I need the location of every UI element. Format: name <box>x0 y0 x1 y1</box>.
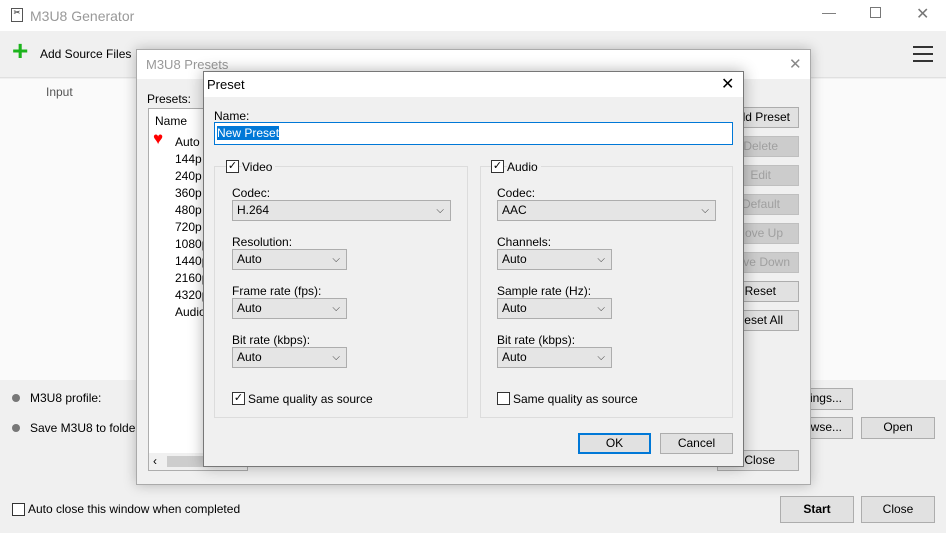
chevron-down-icon: ⌵ <box>597 352 605 363</box>
preset-titlebar: Preset ✕ <box>204 72 743 97</box>
chevron-down-icon: ⌵ <box>436 205 444 216</box>
menu-icon[interactable] <box>913 46 933 62</box>
video-codec-select[interactable]: H.264 ⌵ <box>232 200 451 221</box>
open-button[interactable]: Open <box>861 417 935 439</box>
heart-icon: ♥ <box>153 129 164 148</box>
name-label: Name: <box>214 109 250 123</box>
framerate-select[interactable]: Auto ⌵ <box>232 298 347 319</box>
video-label: Video <box>242 160 276 174</box>
bullet-icon <box>12 394 20 402</box>
chevron-down-icon: ⌵ <box>701 205 709 216</box>
auto-close-checkbox[interactable] <box>12 503 25 516</box>
audio-codec-select[interactable]: AAC ⌵ <box>497 200 716 221</box>
video-bitrate-label: Bit rate (kbps): <box>232 333 311 347</box>
chevron-down-icon: ⌵ <box>332 303 340 314</box>
framerate-label: Frame rate (fps): <box>232 284 322 298</box>
name-input[interactable]: New Preset <box>214 122 733 145</box>
audio-checkbox[interactable]: ✓ <box>491 160 504 173</box>
presets-title: M3U8 Presets <box>146 57 229 72</box>
channels-label: Channels: <box>497 235 552 249</box>
resolution-label: Resolution: <box>232 235 293 249</box>
samplerate-label: Sample rate (Hz): <box>497 284 592 298</box>
main-close-button[interactable]: Close <box>861 496 935 523</box>
chevron-down-icon: ⌵ <box>597 254 605 265</box>
video-same-quality-label: Same quality as source <box>248 392 373 406</box>
column-input[interactable]: Input <box>46 85 73 99</box>
preset-dialog: Preset ✕ Name: New Preset ✓ Video Codec:… <box>203 71 744 467</box>
audio-same-quality-label: Same quality as source <box>513 392 638 406</box>
audio-codec-label: Codec: <box>497 186 536 200</box>
video-bitrate-select[interactable]: Auto ⌵ <box>232 347 347 368</box>
audio-bitrate-select[interactable]: Auto ⌵ <box>497 347 612 368</box>
bullet-icon <box>12 424 20 432</box>
ok-button[interactable]: OK <box>578 433 651 454</box>
profile-label: M3U8 profile: <box>30 391 102 405</box>
samplerate-select[interactable]: Auto ⌵ <box>497 298 612 319</box>
cancel-button[interactable]: Cancel <box>660 433 733 454</box>
audio-bitrate-label: Bit rate (kbps): <box>497 333 576 347</box>
add-source-files-button[interactable]: + Add Source Files <box>12 35 132 67</box>
audio-label: Audio <box>507 160 541 174</box>
resolution-select[interactable]: Auto ⌵ <box>232 249 347 270</box>
app-icon: ✂ <box>11 8 23 22</box>
list-header-name[interactable]: Name <box>155 114 187 128</box>
video-same-quality-checkbox[interactable]: ✓ <box>232 392 245 405</box>
main-titlebar: ✂ M3U8 Generator — ✕ <box>0 0 946 31</box>
plus-icon: + <box>12 35 29 66</box>
maximize-button[interactable] <box>870 7 881 18</box>
start-button[interactable]: Start <box>780 496 854 523</box>
save-folder-label: Save M3U8 to folder: <box>30 421 143 435</box>
channels-select[interactable]: Auto ⌵ <box>497 249 612 270</box>
audio-same-quality-checkbox[interactable] <box>497 392 510 405</box>
presets-label: Presets: <box>147 92 192 106</box>
video-checkbox[interactable]: ✓ <box>226 160 239 173</box>
presets-close-icon[interactable]: ✕ <box>789 55 802 73</box>
chevron-down-icon: ⌵ <box>332 352 340 363</box>
chevron-down-icon: ⌵ <box>597 303 605 314</box>
window-title: M3U8 Generator <box>30 8 135 24</box>
minimize-button[interactable]: — <box>822 4 836 20</box>
preset-title: Preset <box>207 77 245 92</box>
preset-close-icon[interactable]: ✕ <box>721 74 734 94</box>
scroll-left-icon[interactable]: ‹ <box>153 454 157 468</box>
video-codec-label: Codec: <box>232 186 271 200</box>
auto-close-label: Auto close this window when completed <box>28 502 241 516</box>
chevron-down-icon: ⌵ <box>332 254 340 265</box>
close-window-button[interactable]: ✕ <box>916 4 929 24</box>
